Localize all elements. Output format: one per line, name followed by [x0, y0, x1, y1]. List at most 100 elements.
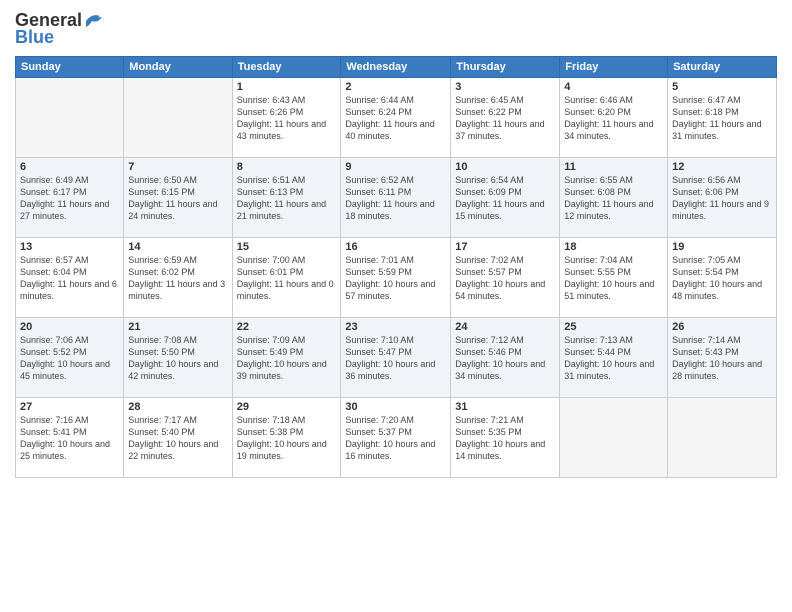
- logo-blue-text: Blue: [15, 27, 54, 48]
- weekday-header-sunday: Sunday: [16, 57, 124, 78]
- day-detail: Sunrise: 7:16 AMSunset: 5:41 PMDaylight:…: [20, 414, 119, 463]
- header: General Blue: [15, 10, 777, 48]
- day-detail: Sunrise: 6:46 AMSunset: 6:20 PMDaylight:…: [564, 94, 663, 143]
- calendar-cell: 24Sunrise: 7:12 AMSunset: 5:46 PMDayligh…: [451, 318, 560, 398]
- calendar-cell: 14Sunrise: 6:59 AMSunset: 6:02 PMDayligh…: [124, 238, 232, 318]
- day-detail: Sunrise: 6:45 AMSunset: 6:22 PMDaylight:…: [455, 94, 555, 143]
- day-number: 5: [672, 81, 772, 93]
- day-detail: Sunrise: 6:50 AMSunset: 6:15 PMDaylight:…: [128, 174, 227, 223]
- weekday-header-row: SundayMondayTuesdayWednesdayThursdayFrid…: [16, 57, 777, 78]
- day-detail: Sunrise: 7:05 AMSunset: 5:54 PMDaylight:…: [672, 254, 772, 303]
- calendar-cell: 28Sunrise: 7:17 AMSunset: 5:40 PMDayligh…: [124, 398, 232, 478]
- calendar-cell: 25Sunrise: 7:13 AMSunset: 5:44 PMDayligh…: [560, 318, 668, 398]
- day-detail: Sunrise: 6:55 AMSunset: 6:08 PMDaylight:…: [564, 174, 663, 223]
- day-detail: Sunrise: 6:51 AMSunset: 6:13 PMDaylight:…: [237, 174, 337, 223]
- logo-bird-icon: [84, 11, 106, 29]
- day-detail: Sunrise: 7:20 AMSunset: 5:37 PMDaylight:…: [345, 414, 446, 463]
- day-number: 30: [345, 401, 446, 413]
- page: General Blue SundayMondayTuesdayWednesda…: [0, 0, 792, 612]
- day-detail: Sunrise: 6:56 AMSunset: 6:06 PMDaylight:…: [672, 174, 772, 223]
- calendar-cell: 29Sunrise: 7:18 AMSunset: 5:38 PMDayligh…: [232, 398, 341, 478]
- day-detail: Sunrise: 7:08 AMSunset: 5:50 PMDaylight:…: [128, 334, 227, 383]
- calendar-cell: 2Sunrise: 6:44 AMSunset: 6:24 PMDaylight…: [341, 78, 451, 158]
- calendar-cell: 9Sunrise: 6:52 AMSunset: 6:11 PMDaylight…: [341, 158, 451, 238]
- calendar-cell: 7Sunrise: 6:50 AMSunset: 6:15 PMDaylight…: [124, 158, 232, 238]
- day-detail: Sunrise: 6:54 AMSunset: 6:09 PMDaylight:…: [455, 174, 555, 223]
- day-detail: Sunrise: 7:21 AMSunset: 5:35 PMDaylight:…: [455, 414, 555, 463]
- calendar-cell: 18Sunrise: 7:04 AMSunset: 5:55 PMDayligh…: [560, 238, 668, 318]
- day-detail: Sunrise: 6:47 AMSunset: 6:18 PMDaylight:…: [672, 94, 772, 143]
- calendar-cell: 21Sunrise: 7:08 AMSunset: 5:50 PMDayligh…: [124, 318, 232, 398]
- day-detail: Sunrise: 7:02 AMSunset: 5:57 PMDaylight:…: [455, 254, 555, 303]
- calendar-cell: 19Sunrise: 7:05 AMSunset: 5:54 PMDayligh…: [668, 238, 777, 318]
- calendar-cell: 20Sunrise: 7:06 AMSunset: 5:52 PMDayligh…: [16, 318, 124, 398]
- calendar-cell: 15Sunrise: 7:00 AMSunset: 6:01 PMDayligh…: [232, 238, 341, 318]
- day-detail: Sunrise: 7:10 AMSunset: 5:47 PMDaylight:…: [345, 334, 446, 383]
- day-detail: Sunrise: 7:12 AMSunset: 5:46 PMDaylight:…: [455, 334, 555, 383]
- day-number: 17: [455, 241, 555, 253]
- day-number: 23: [345, 321, 446, 333]
- calendar: SundayMondayTuesdayWednesdayThursdayFrid…: [15, 56, 777, 478]
- calendar-cell: 16Sunrise: 7:01 AMSunset: 5:59 PMDayligh…: [341, 238, 451, 318]
- day-detail: Sunrise: 7:09 AMSunset: 5:49 PMDaylight:…: [237, 334, 337, 383]
- calendar-cell: 8Sunrise: 6:51 AMSunset: 6:13 PMDaylight…: [232, 158, 341, 238]
- day-number: 10: [455, 161, 555, 173]
- day-number: 6: [20, 161, 119, 173]
- day-detail: Sunrise: 7:14 AMSunset: 5:43 PMDaylight:…: [672, 334, 772, 383]
- calendar-cell: 3Sunrise: 6:45 AMSunset: 6:22 PMDaylight…: [451, 78, 560, 158]
- day-detail: Sunrise: 6:52 AMSunset: 6:11 PMDaylight:…: [345, 174, 446, 223]
- day-number: 22: [237, 321, 337, 333]
- day-number: 18: [564, 241, 663, 253]
- calendar-cell: 26Sunrise: 7:14 AMSunset: 5:43 PMDayligh…: [668, 318, 777, 398]
- day-number: 2: [345, 81, 446, 93]
- calendar-cell: 11Sunrise: 6:55 AMSunset: 6:08 PMDayligh…: [560, 158, 668, 238]
- day-detail: Sunrise: 7:06 AMSunset: 5:52 PMDaylight:…: [20, 334, 119, 383]
- calendar-cell: 1Sunrise: 6:43 AMSunset: 6:26 PMDaylight…: [232, 78, 341, 158]
- day-detail: Sunrise: 7:04 AMSunset: 5:55 PMDaylight:…: [564, 254, 663, 303]
- day-number: 27: [20, 401, 119, 413]
- calendar-cell: [560, 398, 668, 478]
- day-number: 3: [455, 81, 555, 93]
- day-number: 16: [345, 241, 446, 253]
- calendar-cell: 23Sunrise: 7:10 AMSunset: 5:47 PMDayligh…: [341, 318, 451, 398]
- week-row-2: 6Sunrise: 6:49 AMSunset: 6:17 PMDaylight…: [16, 158, 777, 238]
- calendar-cell: 6Sunrise: 6:49 AMSunset: 6:17 PMDaylight…: [16, 158, 124, 238]
- day-number: 20: [20, 321, 119, 333]
- weekday-header-friday: Friday: [560, 57, 668, 78]
- week-row-3: 13Sunrise: 6:57 AMSunset: 6:04 PMDayligh…: [16, 238, 777, 318]
- weekday-header-thursday: Thursday: [451, 57, 560, 78]
- weekday-header-saturday: Saturday: [668, 57, 777, 78]
- week-row-4: 20Sunrise: 7:06 AMSunset: 5:52 PMDayligh…: [16, 318, 777, 398]
- calendar-cell: [668, 398, 777, 478]
- calendar-cell: 13Sunrise: 6:57 AMSunset: 6:04 PMDayligh…: [16, 238, 124, 318]
- day-detail: Sunrise: 7:18 AMSunset: 5:38 PMDaylight:…: [237, 414, 337, 463]
- calendar-cell: 4Sunrise: 6:46 AMSunset: 6:20 PMDaylight…: [560, 78, 668, 158]
- day-number: 8: [237, 161, 337, 173]
- week-row-5: 27Sunrise: 7:16 AMSunset: 5:41 PMDayligh…: [16, 398, 777, 478]
- calendar-cell: 17Sunrise: 7:02 AMSunset: 5:57 PMDayligh…: [451, 238, 560, 318]
- weekday-header-tuesday: Tuesday: [232, 57, 341, 78]
- calendar-cell: 30Sunrise: 7:20 AMSunset: 5:37 PMDayligh…: [341, 398, 451, 478]
- day-number: 29: [237, 401, 337, 413]
- day-detail: Sunrise: 6:57 AMSunset: 6:04 PMDaylight:…: [20, 254, 119, 303]
- day-detail: Sunrise: 7:00 AMSunset: 6:01 PMDaylight:…: [237, 254, 337, 303]
- day-number: 14: [128, 241, 227, 253]
- day-number: 21: [128, 321, 227, 333]
- calendar-cell: 5Sunrise: 6:47 AMSunset: 6:18 PMDaylight…: [668, 78, 777, 158]
- day-number: 13: [20, 241, 119, 253]
- day-number: 11: [564, 161, 663, 173]
- day-detail: Sunrise: 6:59 AMSunset: 6:02 PMDaylight:…: [128, 254, 227, 303]
- calendar-cell: 10Sunrise: 6:54 AMSunset: 6:09 PMDayligh…: [451, 158, 560, 238]
- day-number: 15: [237, 241, 337, 253]
- day-number: 7: [128, 161, 227, 173]
- day-number: 12: [672, 161, 772, 173]
- calendar-cell: [16, 78, 124, 158]
- day-number: 19: [672, 241, 772, 253]
- weekday-header-wednesday: Wednesday: [341, 57, 451, 78]
- logo: General Blue: [15, 10, 106, 48]
- day-number: 9: [345, 161, 446, 173]
- day-number: 28: [128, 401, 227, 413]
- day-number: 25: [564, 321, 663, 333]
- weekday-header-monday: Monday: [124, 57, 232, 78]
- calendar-cell: 27Sunrise: 7:16 AMSunset: 5:41 PMDayligh…: [16, 398, 124, 478]
